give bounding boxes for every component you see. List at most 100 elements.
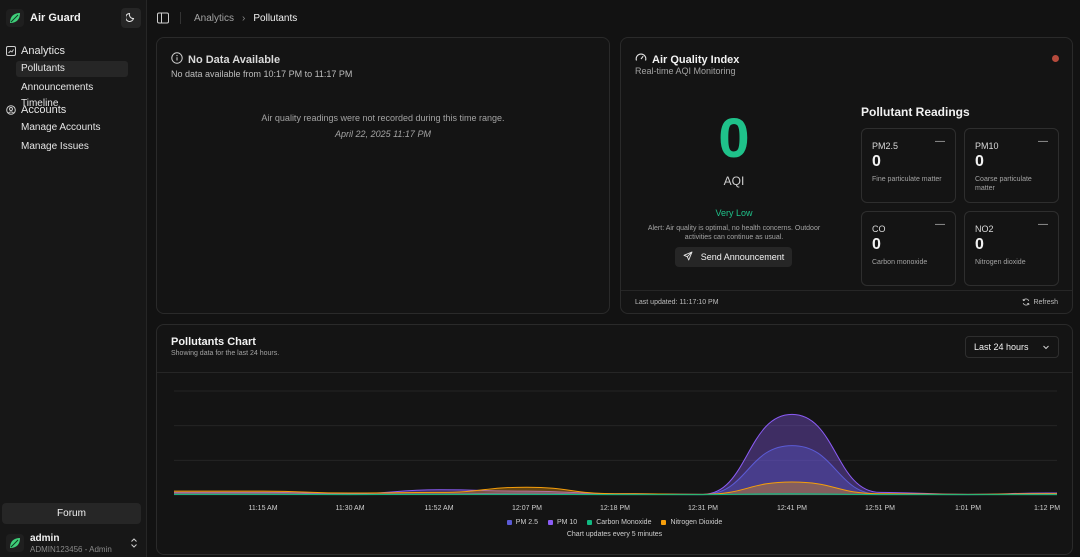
aqi-alert: Alert: Air quality is optimal, no health… <box>647 225 821 241</box>
sidebar-item-announcements-timeline[interactable]: Announcements Timeline <box>16 80 128 109</box>
x-tick-label: 12:18 PM <box>600 505 630 512</box>
legend-label: PM 10 <box>556 519 578 526</box>
leaf-logo-icon <box>6 9 24 27</box>
legend-swatch <box>587 520 593 525</box>
topbar: Analytics › Pollutants <box>148 0 1080 36</box>
send-icon <box>683 251 693 263</box>
reading-desc: Fine particulate matter <box>872 176 942 183</box>
x-tick-label: 11:52 AM <box>424 505 453 512</box>
gauge-icon <box>635 52 647 67</box>
series-line-nitrogen-dioxide <box>174 481 1057 495</box>
divider <box>180 12 181 24</box>
series-line-pm-2-5 <box>173 445 1057 496</box>
readings-title: Pollutant Readings <box>861 105 970 119</box>
last-updated: Last updated: 11:17:10 PM <box>635 299 719 306</box>
reading-card-co: CO — 0 Carbon monoxide <box>861 211 956 286</box>
sidebar: Air Guard Analytics Pollutants Announcem… <box>0 0 147 557</box>
legend-label: Nitrogen Dioxide <box>670 519 723 526</box>
reading-name: NO2 <box>975 224 994 234</box>
status-indicator <box>1052 55 1059 62</box>
trend-indicator: — <box>1038 136 1048 147</box>
sidebar-item-pollutants[interactable]: Pollutants <box>16 61 128 77</box>
reading-value: 0 <box>872 153 881 170</box>
legend-swatch <box>506 520 512 525</box>
reading-name: PM10 <box>975 141 999 151</box>
brand[interactable]: Air Guard <box>6 8 81 28</box>
no-data-title: No Data Available <box>188 53 281 66</box>
series-area-pm-10 <box>174 414 1057 495</box>
no-data-card: No Data Available No data available from… <box>156 37 610 314</box>
aqi-label: AQI <box>723 174 745 188</box>
trend-indicator: — <box>1038 219 1048 230</box>
nav-group-label: Analytics <box>21 45 66 57</box>
legend-label: PM 2.5 <box>515 519 538 526</box>
legend-item: Carbon Monoxide <box>587 519 651 526</box>
chart-title: Pollutants Chart <box>171 336 256 348</box>
aqi-level: Very Low <box>715 208 753 218</box>
chevron-down-icon <box>1042 343 1050 353</box>
reading-value: 0 <box>872 236 881 253</box>
legend-swatch <box>547 520 553 525</box>
reading-desc: Nitrogen dioxide <box>975 259 1026 266</box>
sidebar-toggle-icon[interactable] <box>157 12 169 24</box>
legend-item: Nitrogen Dioxide <box>661 519 722 526</box>
reading-desc: Coarse particulate matter <box>975 176 1032 192</box>
refresh-icon <box>1023 298 1030 306</box>
reading-name: CO <box>872 224 886 234</box>
breadcrumb-analytics[interactable]: Analytics <box>194 13 234 24</box>
user-menu[interactable]: admin ADMIN123456 - Admin <box>6 532 142 554</box>
info-icon <box>171 52 183 67</box>
series-area-pm-2-5 <box>174 445 1057 495</box>
reading-value: 0 <box>975 236 984 253</box>
reading-name: PM2.5 <box>872 141 899 151</box>
avatar <box>6 534 24 552</box>
nav-group-label: Accounts <box>21 104 67 116</box>
x-tick-label: 1:01 PM <box>955 505 981 512</box>
aqi-subtitle: Real-time AQI Monitoring <box>635 66 736 76</box>
theme-toggle-button[interactable] <box>121 8 141 28</box>
breadcrumb-current: Pollutants <box>253 12 298 24</box>
sidebar-item-manage-accounts[interactable]: Manage Accounts <box>16 120 128 136</box>
send-announcement-button[interactable]: Send Announcement <box>675 247 792 267</box>
refresh-button[interactable]: Refresh <box>1022 298 1058 306</box>
aqi-title: Air Quality Index <box>652 53 740 66</box>
aqi-card: Air Quality Index Real-time AQI Monitori… <box>620 37 1073 314</box>
x-tick-label: 12:41 PM <box>777 505 807 512</box>
reading-card-no2: NO2 — 0 Nitrogen dioxide <box>964 211 1059 286</box>
no-data-subtitle: No data available from 10:17 PM to 11:17… <box>171 69 353 79</box>
refresh-label: Refresh <box>1033 298 1058 306</box>
moon-icon <box>125 11 136 25</box>
reading-value: 0 <box>975 153 984 170</box>
no-data-date: April 22, 2025 11:17 PM <box>335 129 431 139</box>
x-tick-label: 1:12 PM <box>1034 505 1060 512</box>
series-line-pm-10 <box>174 413 1057 495</box>
send-announcement-label: Send Announcement <box>700 252 785 262</box>
chart-icon <box>6 46 16 56</box>
sidebar-item-manage-issues[interactable]: Manage Issues <box>16 139 128 155</box>
time-range-value: Last 24 hours <box>974 342 1029 352</box>
chevrons-up-down-icon <box>130 537 138 551</box>
legend-label: Carbon Monoxide <box>596 519 652 526</box>
legend-item: PM 2.5 <box>506 519 538 526</box>
reading-card-pm25: PM2.5 — 0 Fine particulate matter <box>861 128 956 203</box>
user-role: ADMIN123456 - Admin <box>30 544 112 554</box>
reading-card-pm10: PM10 — 0 Coarse particulate matter <box>964 128 1059 203</box>
legend-item: PM 10 <box>547 519 578 526</box>
nav-group-analytics[interactable]: Analytics <box>6 45 65 57</box>
trend-indicator: — <box>935 136 945 147</box>
x-tick-label: 12:51 PM <box>865 505 895 512</box>
chevron-right-icon: › <box>242 12 246 24</box>
x-tick-label: 12:31 PM <box>688 505 718 512</box>
chart-note: Chart updates every 5 minutes <box>566 531 663 538</box>
legend-swatch <box>661 520 667 525</box>
user-name: admin <box>30 532 60 544</box>
forum-button[interactable]: Forum <box>2 503 141 524</box>
nav-group-accounts[interactable]: Accounts <box>6 104 66 116</box>
x-tick-label: 12:07 PM <box>512 505 542 512</box>
aqi-footer: Last updated: 11:17:10 PM Refresh <box>621 290 1072 315</box>
x-tick-label: 11:15 AM <box>248 505 277 512</box>
x-tick-label: 11:30 AM <box>335 505 364 512</box>
pollutants-area-chart: 11:15 AM 11:30 AM 11:52 AM 12:07 PM 12:18 PM… <box>173 390 1060 512</box>
time-range-select[interactable]: Last 24 hours <box>965 336 1059 358</box>
app-name: Air Guard <box>30 12 81 24</box>
